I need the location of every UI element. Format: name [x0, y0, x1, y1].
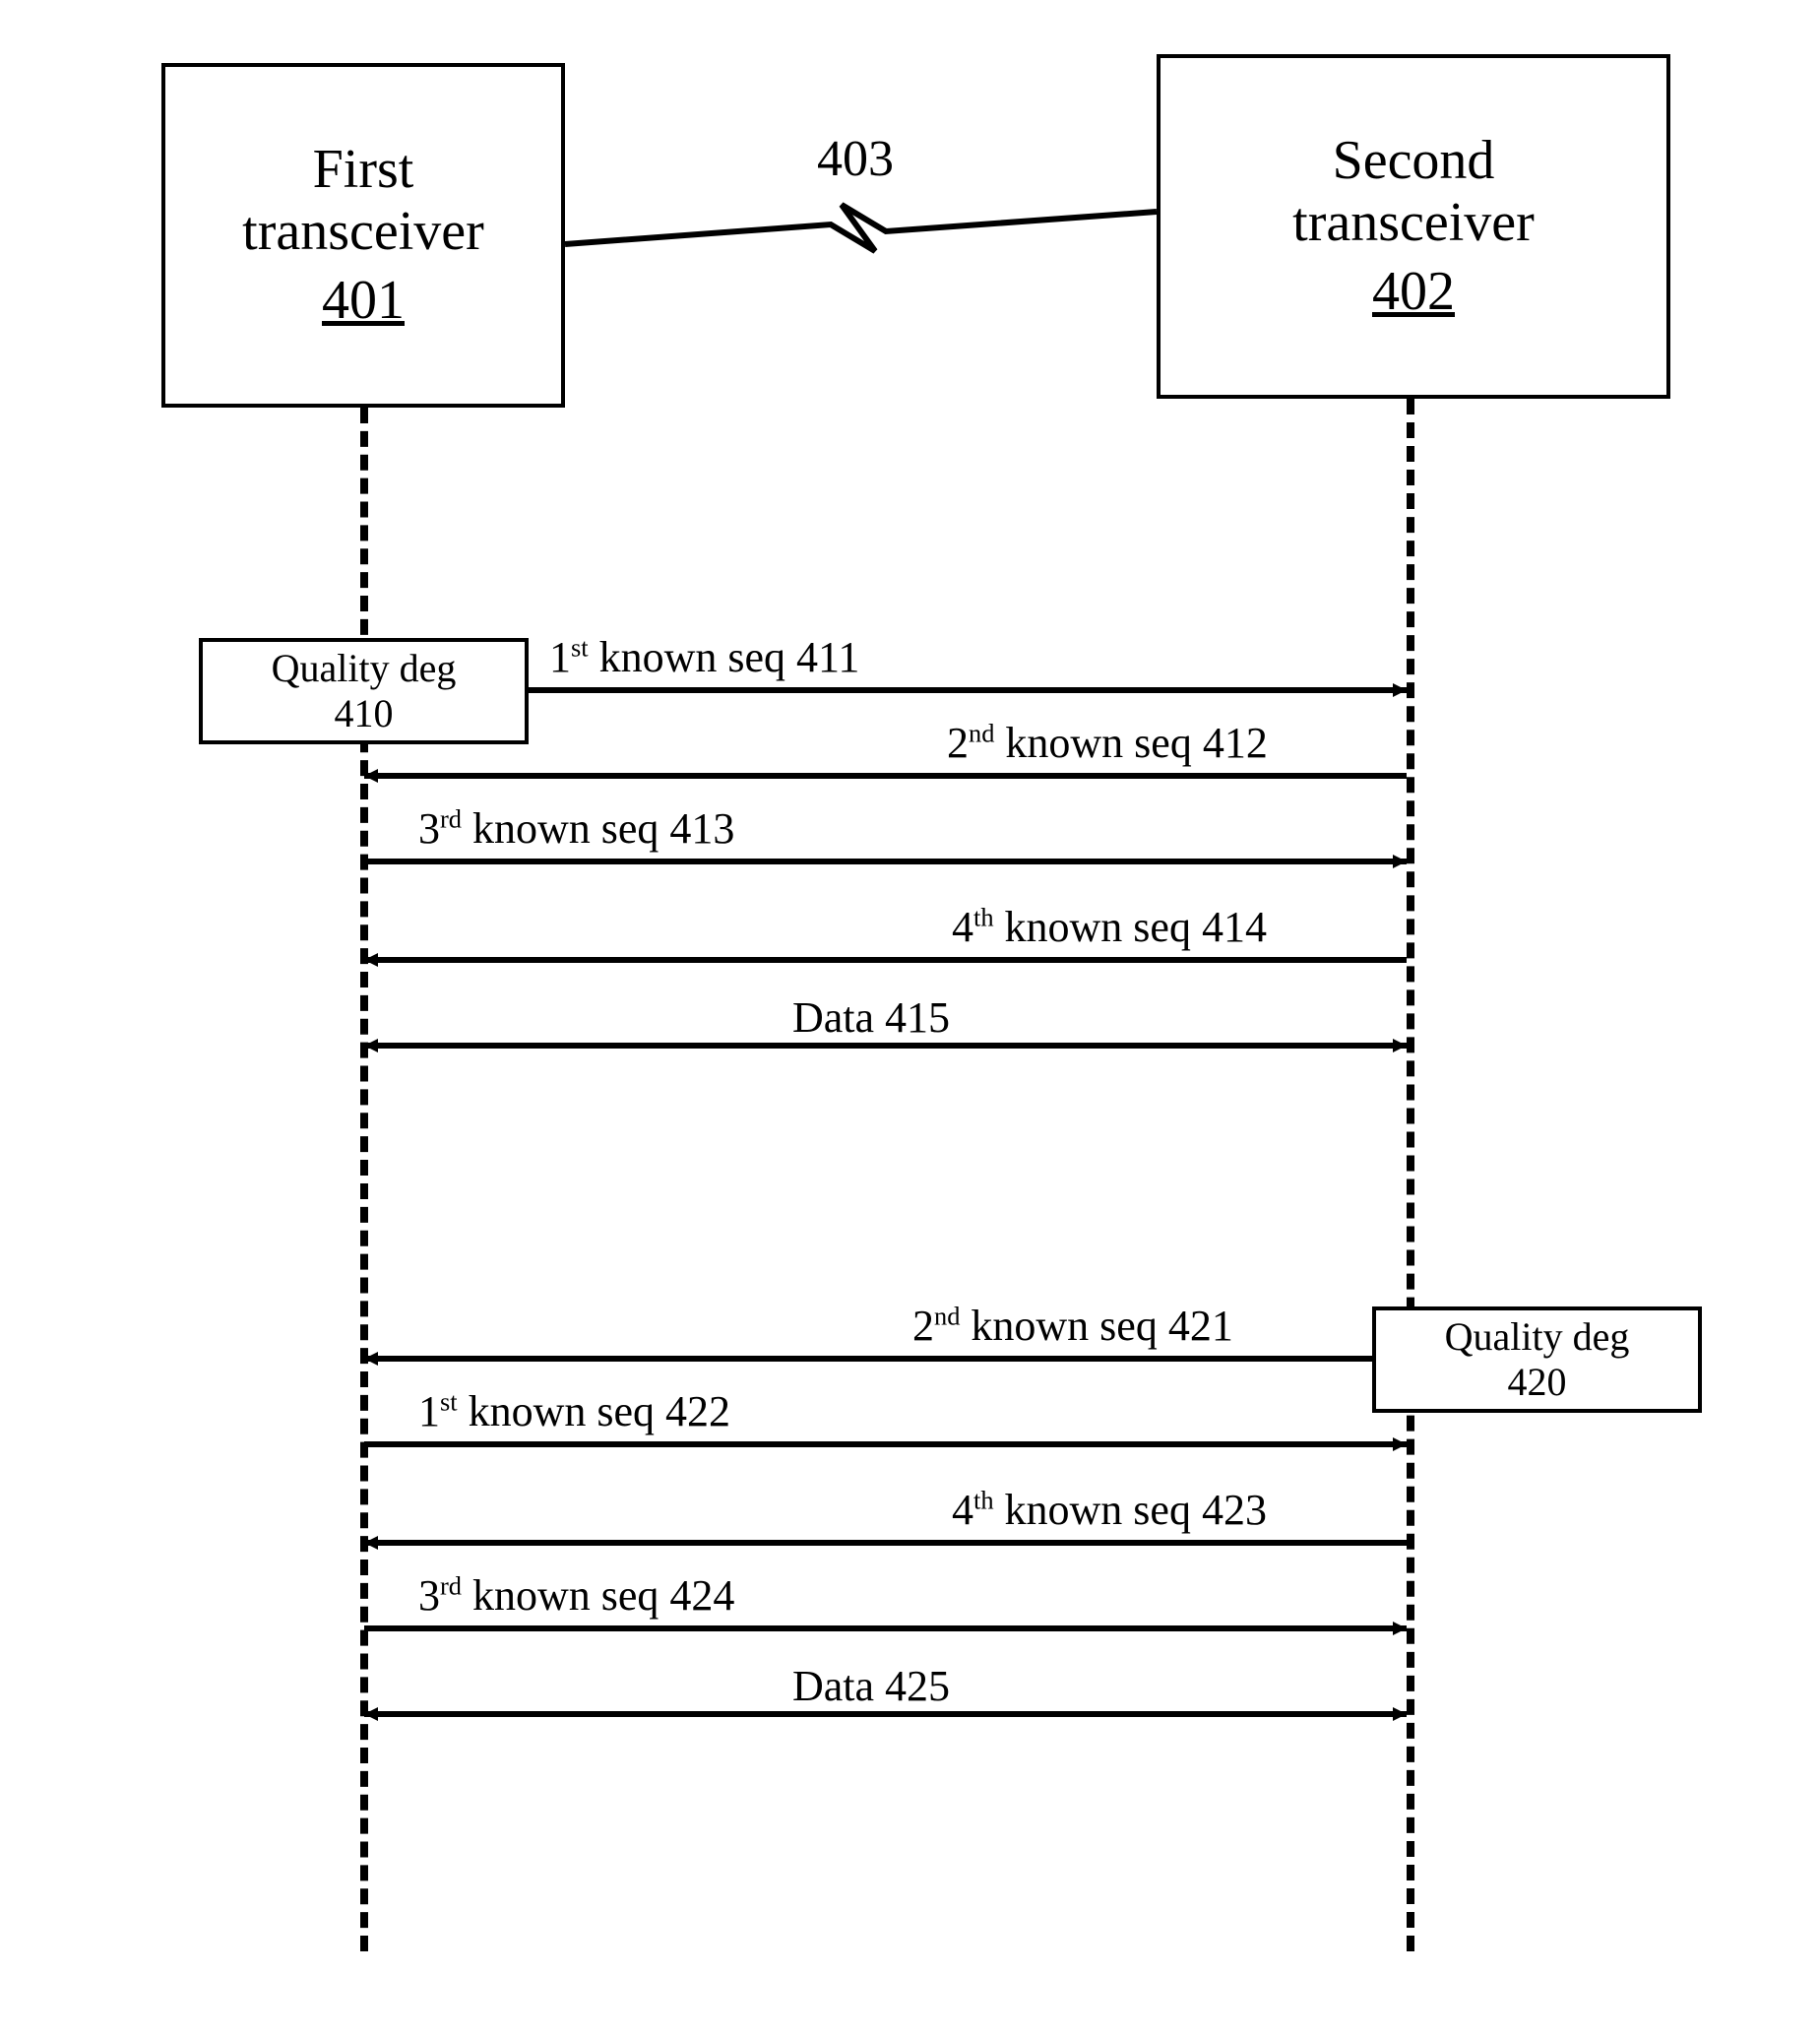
arrow-425: [0, 0, 1820, 2038]
sequence-diagram: Firsttransceiver 401 Secondtransceiver 4…: [0, 0, 1820, 2038]
msg-425-label: Data 425: [792, 1661, 950, 1711]
